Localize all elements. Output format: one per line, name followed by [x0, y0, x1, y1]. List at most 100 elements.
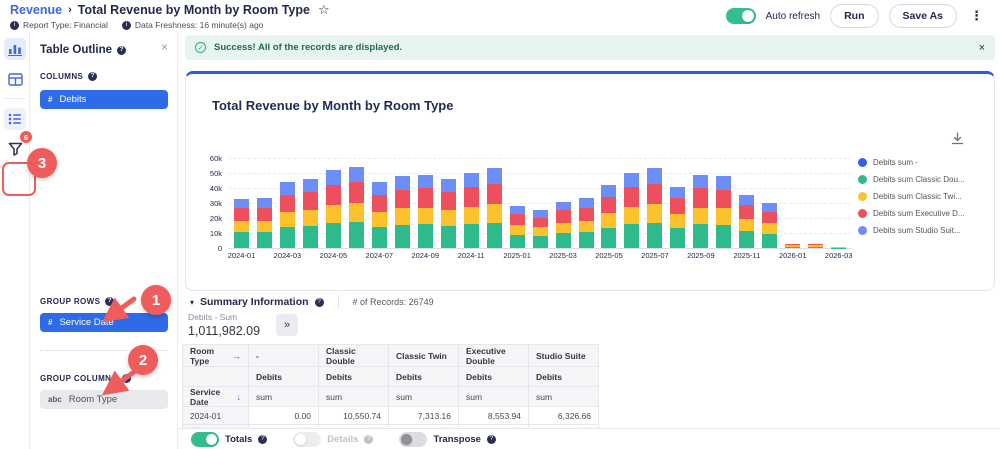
legend-label: Debits sum Executive D... — [873, 209, 965, 218]
help-icon[interactable]: ? — [315, 298, 324, 307]
y-tick-label: 20k — [210, 214, 222, 223]
bar-slot: 2025-07 — [643, 158, 666, 248]
x-tick-label: 2026-01 — [779, 251, 807, 260]
row-label: 2024-01 — [183, 407, 249, 425]
bar-segment — [601, 228, 616, 248]
bar-segment — [441, 226, 456, 248]
totals-switch[interactable] — [191, 432, 219, 447]
panel-close-icon[interactable]: × — [161, 40, 168, 54]
stacked-bar — [464, 173, 479, 248]
bar-segment — [716, 208, 731, 225]
bar-segment — [257, 208, 272, 221]
chart-view-button[interactable] — [4, 38, 26, 60]
bar-segment — [372, 212, 387, 227]
table-corner-room-type[interactable]: Room Type→ — [183, 345, 249, 367]
stacked-bar — [280, 182, 295, 248]
stacked-bar — [349, 167, 364, 248]
save-as-button[interactable]: Save As — [889, 4, 957, 28]
measure-header: Debits — [319, 367, 389, 387]
help-icon[interactable]: ? — [364, 435, 373, 444]
bar-segment — [372, 182, 387, 195]
x-tick-label: 2025-03 — [549, 251, 577, 260]
bar-segment — [739, 195, 754, 205]
bar-segment — [647, 204, 662, 222]
legend-item[interactable]: Debits sum Classic Twi... — [858, 192, 986, 201]
legend-item[interactable]: Debits sum - — [858, 158, 986, 167]
report-type-text: Report Type: Financial — [23, 20, 108, 30]
chart-download-button[interactable] — [951, 132, 964, 148]
bar-segment — [395, 176, 410, 190]
bar-slot — [345, 158, 368, 248]
info-icon[interactable]: i — [122, 21, 131, 30]
help-icon[interactable]: ? — [117, 46, 126, 55]
summary-metric: Debits - Sum 1,011,982.09 » — [188, 312, 298, 338]
bar-segment — [464, 173, 479, 187]
bar-segment — [556, 202, 571, 211]
bar-segment — [533, 227, 548, 236]
bar-segment — [326, 205, 341, 223]
favorite-star-icon[interactable]: ☆ — [318, 2, 330, 18]
help-icon[interactable]: ? — [88, 72, 97, 81]
stacked-bar — [303, 179, 318, 248]
transpose-switch[interactable] — [399, 432, 427, 447]
table-view-button[interactable] — [4, 68, 26, 90]
bar-segment — [395, 190, 410, 209]
expand-summary-button[interactable]: » — [276, 314, 298, 336]
bar-segment — [624, 224, 639, 248]
bar-slot — [666, 158, 689, 248]
toggle-details: Details? — [293, 432, 373, 447]
table-options-bar: Totals?Details?Transpose? — [178, 428, 1000, 449]
collapse-caret-icon[interactable]: ▾ — [190, 298, 194, 307]
legend-item[interactable]: Debits sum Classic Dou... — [858, 175, 986, 184]
numeric-type-icon: # — [48, 95, 52, 104]
bar-segment — [326, 185, 341, 205]
bar-segment — [601, 197, 616, 213]
bar-slot — [483, 158, 506, 248]
bar-slot — [529, 158, 552, 248]
bar-slot: 2025-09 — [689, 158, 712, 248]
bar-slot — [620, 158, 643, 248]
x-tick-label: 2024-05 — [320, 251, 348, 260]
bar-segment — [670, 214, 685, 228]
stacked-bar — [647, 168, 662, 248]
bar-segment — [762, 203, 777, 212]
outline-list-button[interactable] — [4, 108, 26, 130]
x-tick-label: 2025-09 — [687, 251, 715, 260]
summary-title[interactable]: Summary Information — [200, 296, 309, 308]
bar-segment — [418, 224, 433, 248]
help-icon[interactable]: ? — [487, 435, 496, 444]
filter-funnel-icon — [8, 142, 23, 156]
bar-slot: 2024-07 — [368, 158, 391, 248]
breadcrumb-link-revenue[interactable]: Revenue — [10, 3, 62, 17]
kebab-menu-icon[interactable]: ⋮ — [967, 8, 986, 24]
bar-segment — [418, 208, 433, 225]
details-switch[interactable] — [293, 432, 321, 447]
row-axis-service-date[interactable]: Service Date↓ — [183, 387, 249, 407]
bar-segment — [487, 168, 502, 183]
banner-close-icon[interactable]: × — [979, 42, 985, 54]
bar-segment — [280, 212, 295, 227]
legend-item[interactable]: Debits sum Executive D... — [858, 209, 986, 218]
annotation-arrow-1 — [100, 294, 140, 324]
legend-item[interactable]: Debits sum Studio Suit... — [858, 226, 986, 235]
legend-label: Debits sum - — [873, 158, 918, 167]
y-tick-label: 30k — [210, 199, 222, 208]
value-cell: 8,553.94 — [459, 407, 529, 425]
help-icon[interactable]: ? — [258, 435, 267, 444]
auto-refresh-toggle[interactable] — [726, 8, 756, 24]
report-type-meta: i Report Type: Financial — [10, 20, 108, 30]
value-cell: 6,326.66 — [529, 407, 599, 425]
bar-segment — [693, 224, 708, 248]
columns-chip-debits[interactable]: # Debits — [40, 90, 168, 109]
x-tick-label: 2025-07 — [641, 251, 669, 260]
table-icon — [8, 73, 23, 86]
bars-container: 2024-012024-032024-052024-072024-092024-… — [230, 158, 850, 248]
x-tick-label: 2024-11 — [458, 251, 485, 260]
bar-segment — [624, 187, 639, 207]
bar-slot — [437, 158, 460, 248]
group-rows-section-label: GROUP ROWS — [40, 297, 100, 306]
run-button[interactable]: Run — [830, 4, 878, 28]
info-icon[interactable]: i — [10, 21, 19, 30]
bar-segment — [464, 187, 479, 207]
bar-slot: 2024-11 — [460, 158, 483, 248]
